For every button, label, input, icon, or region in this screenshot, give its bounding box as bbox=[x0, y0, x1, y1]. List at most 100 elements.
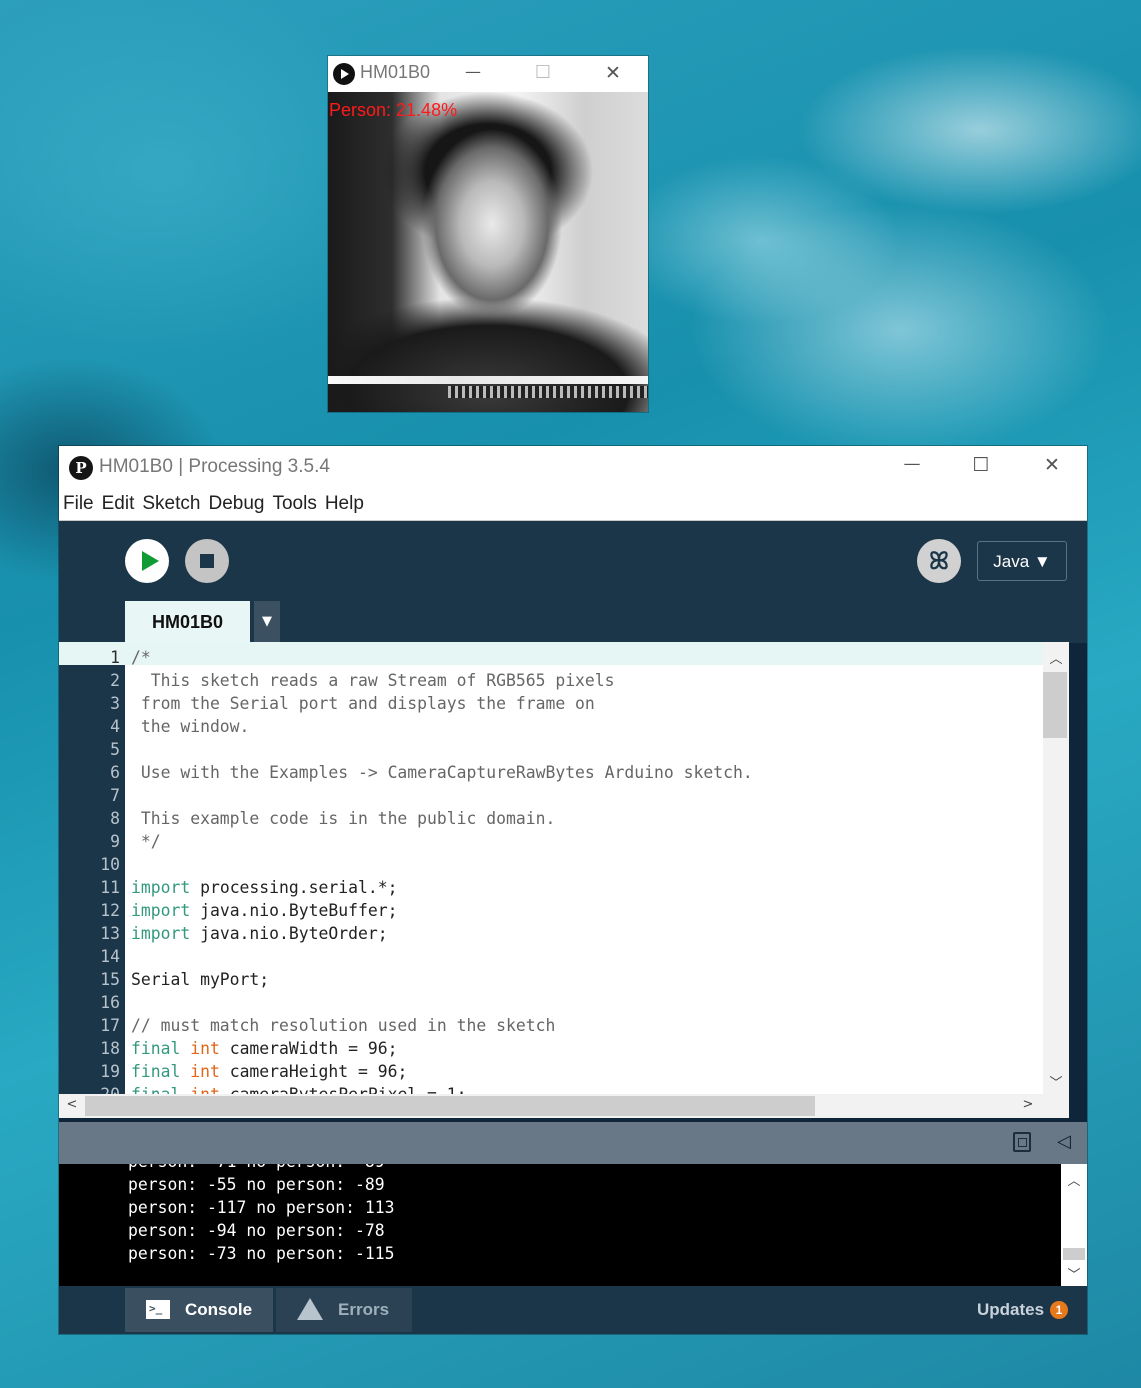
code-token: final bbox=[131, 1039, 181, 1058]
scroll-right-arrow-icon[interactable]: > bbox=[1015, 1097, 1041, 1112]
camera-window-title: HM01B0 bbox=[360, 62, 431, 82]
menu-sketch[interactable]: Sketch bbox=[142, 493, 200, 515]
camera-window-titlebar[interactable]: HM01B0 — ☐ ✕ bbox=[328, 56, 648, 92]
person-score-label: Person: 21.48% bbox=[329, 100, 458, 120]
console-scrollbar[interactable]: ︿ ﹀ bbox=[1061, 1164, 1087, 1286]
errors-tab[interactable]: Errors bbox=[276, 1288, 412, 1347]
code-token: from the Serial port and displays the fr… bbox=[131, 694, 595, 713]
mode-selector[interactable]: Java ▼ bbox=[977, 541, 1067, 581]
code-text: import java.nio.ByteBuffer; bbox=[131, 899, 397, 922]
console-divider-bar[interactable]: ◁ bbox=[59, 1122, 1087, 1164]
line-number: 18 bbox=[100, 1039, 120, 1058]
line-number: 5 bbox=[110, 740, 120, 759]
code-text: import processing.serial.*; bbox=[131, 876, 397, 899]
code-token: Use with the Examples -> CameraCaptureRa… bbox=[131, 763, 753, 782]
camera-minimize-button[interactable]: — bbox=[458, 62, 488, 86]
collapse-console-icon[interactable]: ◁ bbox=[1057, 1131, 1071, 1152]
camera-frame-image: Person: 21.48% bbox=[328, 92, 648, 412]
code-text: This sketch reads a raw Stream of RGB565… bbox=[131, 669, 615, 692]
editor-vertical-scrollbar[interactable]: ︿ ﹀ bbox=[1043, 642, 1069, 1094]
code-text: /* bbox=[131, 646, 151, 669]
tab-hm01b0[interactable]: HM01B0 bbox=[125, 601, 250, 643]
line-number: 11 bbox=[100, 878, 120, 897]
debugger-button[interactable]: ꕤ bbox=[917, 539, 961, 583]
code-token: processing.serial.*; bbox=[190, 878, 398, 897]
code-token: final bbox=[131, 1062, 181, 1081]
menu-edit[interactable]: Edit bbox=[102, 493, 135, 515]
code-text: Use with the Examples -> CameraCaptureRa… bbox=[131, 761, 753, 784]
line-number: 13 bbox=[100, 924, 120, 943]
tab-menu-dropdown[interactable]: ▼ bbox=[254, 601, 280, 643]
editor-horizontal-scrollbar[interactable]: < > bbox=[59, 1094, 1043, 1118]
code-text: import java.nio.ByteOrder; bbox=[131, 922, 388, 945]
processing-logo-icon: P bbox=[69, 456, 93, 480]
scrollbar-corner bbox=[1043, 1094, 1069, 1118]
console-line: person: -55 no person: -89 bbox=[128, 1175, 385, 1194]
ide-minimize-button[interactable]: — bbox=[897, 454, 927, 478]
console-output[interactable]: person: -71 no person: -89 person: -55 no… bbox=[59, 1164, 1087, 1286]
ide-close-button[interactable]: ✕ bbox=[1037, 454, 1067, 478]
run-button[interactable] bbox=[125, 539, 169, 583]
code-token: int bbox=[190, 1062, 220, 1081]
line-number: 19 bbox=[100, 1062, 120, 1081]
ide-maximize-button[interactable]: ☐ bbox=[966, 454, 996, 478]
code-token: the window. bbox=[131, 717, 250, 736]
current-line-highlight bbox=[59, 642, 1043, 665]
line-number: 10 bbox=[100, 855, 120, 874]
stop-button[interactable] bbox=[185, 539, 229, 583]
warning-icon bbox=[297, 1298, 323, 1347]
camera-maximize-button[interactable]: ☐ bbox=[528, 62, 558, 86]
code-token: This sketch reads a raw Stream of RGB565… bbox=[131, 671, 615, 690]
console-line: person: -117 no person: 113 bbox=[128, 1198, 395, 1217]
code-token: java.nio.ByteBuffer; bbox=[190, 901, 398, 920]
terminal-icon bbox=[146, 1287, 170, 1331]
camera-preview-window: HM01B0 — ☐ ✕ Person: 21.48% bbox=[328, 56, 648, 412]
console-line: person: -71 no person: -89 bbox=[128, 1164, 394, 1173]
code-text: // must match resolution used in the ske… bbox=[131, 1014, 555, 1037]
console-scroll-thumb[interactable] bbox=[1063, 1248, 1085, 1260]
line-number: 12 bbox=[100, 901, 120, 920]
code-token: cameraHeight = 96; bbox=[219, 1062, 408, 1081]
toolbar: ꕤ Java ▼ bbox=[59, 521, 1087, 601]
code-token: cameraWidth = 96; bbox=[219, 1039, 398, 1058]
code-editor: 1 /* 2 This sketch reads a raw Stream of R… bbox=[59, 642, 1069, 1118]
console-scroll-down-icon[interactable]: ﹀ bbox=[1061, 1264, 1087, 1283]
ide-window-title: HM01B0 | Processing 3.5.4 bbox=[99, 456, 330, 477]
console-scroll-up-icon[interactable]: ︿ bbox=[1061, 1170, 1087, 1189]
camera-close-button[interactable]: ✕ bbox=[598, 62, 628, 86]
code-text: This example code is in the public domai… bbox=[131, 807, 555, 830]
code-text: Serial myPort; bbox=[131, 968, 269, 991]
line-number: 3 bbox=[110, 694, 120, 713]
line-number: 4 bbox=[110, 717, 120, 736]
line-number: 6 bbox=[110, 763, 120, 782]
code-token: java.nio.ByteOrder; bbox=[190, 924, 388, 943]
code-token: */ bbox=[131, 832, 161, 851]
processing-ide-window: P HM01B0 | Processing 3.5.4 — ☐ ✕ File E… bbox=[59, 446, 1087, 1347]
camera-frame-noise-band bbox=[328, 376, 648, 384]
updates-link[interactable]: Updates bbox=[977, 1286, 1044, 1334]
scroll-left-arrow-icon[interactable]: < bbox=[59, 1097, 85, 1112]
editor-vertical-scroll-thumb[interactable] bbox=[1043, 672, 1067, 738]
code-token: import bbox=[131, 924, 191, 943]
editor-horizontal-scroll-thumb[interactable] bbox=[85, 1096, 815, 1116]
copy-console-icon[interactable] bbox=[1013, 1132, 1031, 1152]
line-number: 16 bbox=[100, 993, 120, 1012]
ide-titlebar[interactable]: P HM01B0 | Processing 3.5.4 — ☐ ✕ bbox=[59, 446, 1087, 488]
footer-bar: Console Errors Updates 1 bbox=[59, 1286, 1087, 1347]
code-token: import bbox=[131, 878, 191, 897]
code-token: // must match resolution used in the ske… bbox=[131, 1016, 556, 1035]
sketch-tab-row: HM01B0 ▼ bbox=[59, 601, 1087, 643]
menu-tools[interactable]: Tools bbox=[272, 493, 316, 515]
scroll-down-arrow-icon[interactable]: ﹀ bbox=[1043, 1072, 1069, 1091]
scroll-up-arrow-icon[interactable]: ︿ bbox=[1043, 648, 1069, 667]
code-text: the window. bbox=[131, 715, 250, 738]
updates-count-badge[interactable]: 1 bbox=[1050, 1301, 1068, 1319]
console-tab[interactable]: Console bbox=[125, 1287, 273, 1332]
code-token: Serial myPort; bbox=[131, 970, 270, 989]
menu-debug[interactable]: Debug bbox=[208, 493, 264, 515]
menu-file[interactable]: File bbox=[63, 493, 94, 515]
menu-help[interactable]: Help bbox=[325, 493, 364, 515]
code-token: This example code is in the public domai… bbox=[131, 809, 556, 828]
line-number: 2 bbox=[110, 671, 120, 690]
